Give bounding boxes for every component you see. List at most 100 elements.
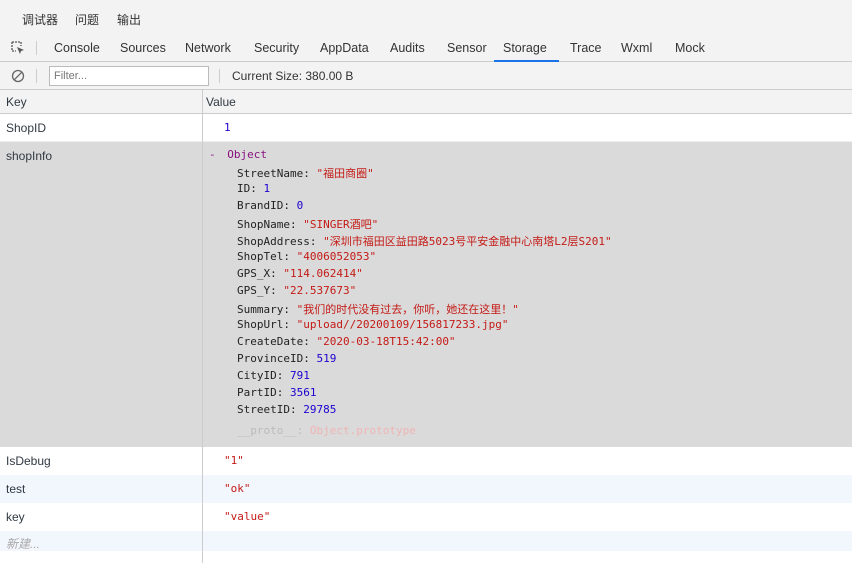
object-field: ProvinceID: 519 xyxy=(237,352,336,365)
field-value: "4006052053" xyxy=(296,250,377,263)
tab-sources[interactable]: Sources xyxy=(111,34,175,62)
field-value: "SINGER酒吧" xyxy=(303,218,379,231)
clear-storage-icon[interactable] xyxy=(11,69,25,83)
filter-input[interactable] xyxy=(49,66,209,86)
tab-debugger[interactable]: 调试器 xyxy=(18,11,62,37)
object-field: BrandID: 0 xyxy=(237,199,303,212)
object-field: ID: 1 xyxy=(237,182,270,195)
field-value: 3561 xyxy=(290,386,317,399)
new-entry-row[interactable]: 新建... xyxy=(0,531,852,551)
object-field: Summary: "我们的时代没有过去，你听，她还在这里！" xyxy=(237,301,519,317)
field-name: ShopUrl xyxy=(237,318,284,331)
expand-toggle[interactable]: - xyxy=(209,148,216,161)
tab-security[interactable]: Security xyxy=(245,34,308,62)
devtools-panel-bar: Console Sources Network Security AppData… xyxy=(0,34,852,62)
field-value: "114.062414" xyxy=(283,267,363,280)
top-tab-bar: 调试器 问题 输出 xyxy=(0,0,852,37)
object-tree[interactable]: - Object StreetName: "福田商圈" ID: 1 BrandID:… xyxy=(209,148,612,437)
tab-network[interactable]: Network xyxy=(176,34,240,62)
tab-console[interactable]: Console xyxy=(45,34,109,62)
proto-field[interactable]: __proto__: Object.prototype xyxy=(237,424,416,437)
object-field: ShopTel: "4006052053" xyxy=(237,250,376,263)
field-name: StreetName xyxy=(237,167,304,180)
column-header-key[interactable]: Key xyxy=(6,95,27,109)
field-separator: : xyxy=(250,182,264,195)
object-field: ShopAddress: "深圳市福田区益田路5023号平安金融中心南塔L2层S… xyxy=(237,233,612,249)
current-size-label: Current Size: 380.00 B xyxy=(232,69,354,83)
field-name: PartID xyxy=(237,386,277,399)
field-name: ProvinceID xyxy=(237,352,304,365)
field-value: 1 xyxy=(263,182,271,195)
table-row[interactable]: key "value" xyxy=(0,503,852,531)
field-separator: : xyxy=(276,386,290,399)
field-separator: : xyxy=(296,424,310,437)
object-field: GPS_Y: "22.537673" xyxy=(237,284,356,297)
row-key: shopInfo xyxy=(6,149,53,163)
row-value: 1 xyxy=(224,121,231,134)
divider xyxy=(36,41,37,55)
tab-sensor[interactable]: Sensor xyxy=(438,34,496,62)
field-separator: : xyxy=(283,250,297,263)
field-name: GPS_Y xyxy=(237,284,271,297)
field-value: "2020-03-18T15:42:00" xyxy=(316,335,456,348)
field-name: Summary xyxy=(237,303,284,316)
field-name: ShopTel xyxy=(237,250,284,263)
column-divider[interactable] xyxy=(202,90,203,563)
proto-value: Object.prototype xyxy=(309,424,416,437)
object-field: StreetID: 29785 xyxy=(237,403,336,416)
divider xyxy=(36,69,37,83)
row-key: key xyxy=(6,510,25,524)
tab-storage[interactable]: Storage xyxy=(494,34,559,62)
field-separator: : xyxy=(289,403,304,416)
object-field: CreateDate: "2020-03-18T15:42:00" xyxy=(237,335,456,348)
field-name: StreetID xyxy=(237,403,290,416)
field-separator: : xyxy=(283,303,297,316)
tab-wxml[interactable]: Wxml xyxy=(612,34,661,62)
divider xyxy=(219,69,220,83)
field-separator: : xyxy=(276,369,290,382)
field-value: "我们的时代没有过去，你听，她还在这里！" xyxy=(296,303,519,316)
storage-toolbar: Current Size: 380.00 B xyxy=(0,62,852,90)
tab-audits[interactable]: Audits xyxy=(381,34,434,62)
field-name: BrandID xyxy=(237,199,284,212)
field-value: 0 xyxy=(296,199,304,212)
object-field: GPS_X: "114.062414" xyxy=(237,267,363,280)
tab-mock[interactable]: Mock xyxy=(666,34,714,62)
field-value: "福田商圈" xyxy=(316,167,374,180)
field-separator: : xyxy=(303,352,317,365)
object-field: ShopName: "SINGER酒吧" xyxy=(237,216,378,232)
field-separator: : xyxy=(270,284,284,297)
field-value: 519 xyxy=(316,352,337,365)
table-header: Key Value xyxy=(0,90,852,114)
field-separator: : xyxy=(303,167,317,180)
object-field: ShopUrl: "upload//20200109/156817233.jpg… xyxy=(237,318,509,331)
field-name: ID xyxy=(237,182,251,195)
tab-output[interactable]: 输出 xyxy=(117,11,141,28)
column-header-value[interactable]: Value xyxy=(206,95,236,109)
field-value: "upload//20200109/156817233.jpg" xyxy=(296,318,509,331)
inspect-element-icon[interactable] xyxy=(10,40,26,56)
table-row-selected[interactable]: shopInfo - Object StreetName: "福田商圈" ID: … xyxy=(0,142,852,447)
row-key: IsDebug xyxy=(6,454,51,468)
object-field: PartID: 3561 xyxy=(237,386,317,399)
new-entry-placeholder[interactable]: 新建... xyxy=(6,535,40,552)
row-value: "1" xyxy=(224,454,244,467)
field-separator: : xyxy=(309,235,324,248)
table-row[interactable]: IsDebug "1" xyxy=(0,447,852,475)
field-separator: : xyxy=(283,318,297,331)
row-value: "value" xyxy=(224,510,271,523)
object-field: CityID: 791 xyxy=(237,369,310,382)
object-type-label: Object xyxy=(227,148,267,161)
table-row[interactable]: ShopID 1 xyxy=(0,114,852,142)
table-row[interactable]: test "ok" xyxy=(0,475,852,503)
tab-trace[interactable]: Trace xyxy=(561,34,611,62)
tab-appdata[interactable]: AppData xyxy=(311,34,378,62)
tab-issues[interactable]: 问题 xyxy=(75,11,99,28)
field-name: ShopName xyxy=(237,218,290,231)
field-value: "深圳市福田区益田路5023号平安金融中心南塔L2层S201" xyxy=(323,235,612,248)
field-value: "22.537673" xyxy=(283,284,357,297)
field-separator: : xyxy=(289,218,304,231)
field-separator: : xyxy=(283,199,297,212)
storage-table: Key Value ShopID 1 shopInfo - Object Str… xyxy=(0,90,852,563)
field-separator: : xyxy=(270,267,284,280)
